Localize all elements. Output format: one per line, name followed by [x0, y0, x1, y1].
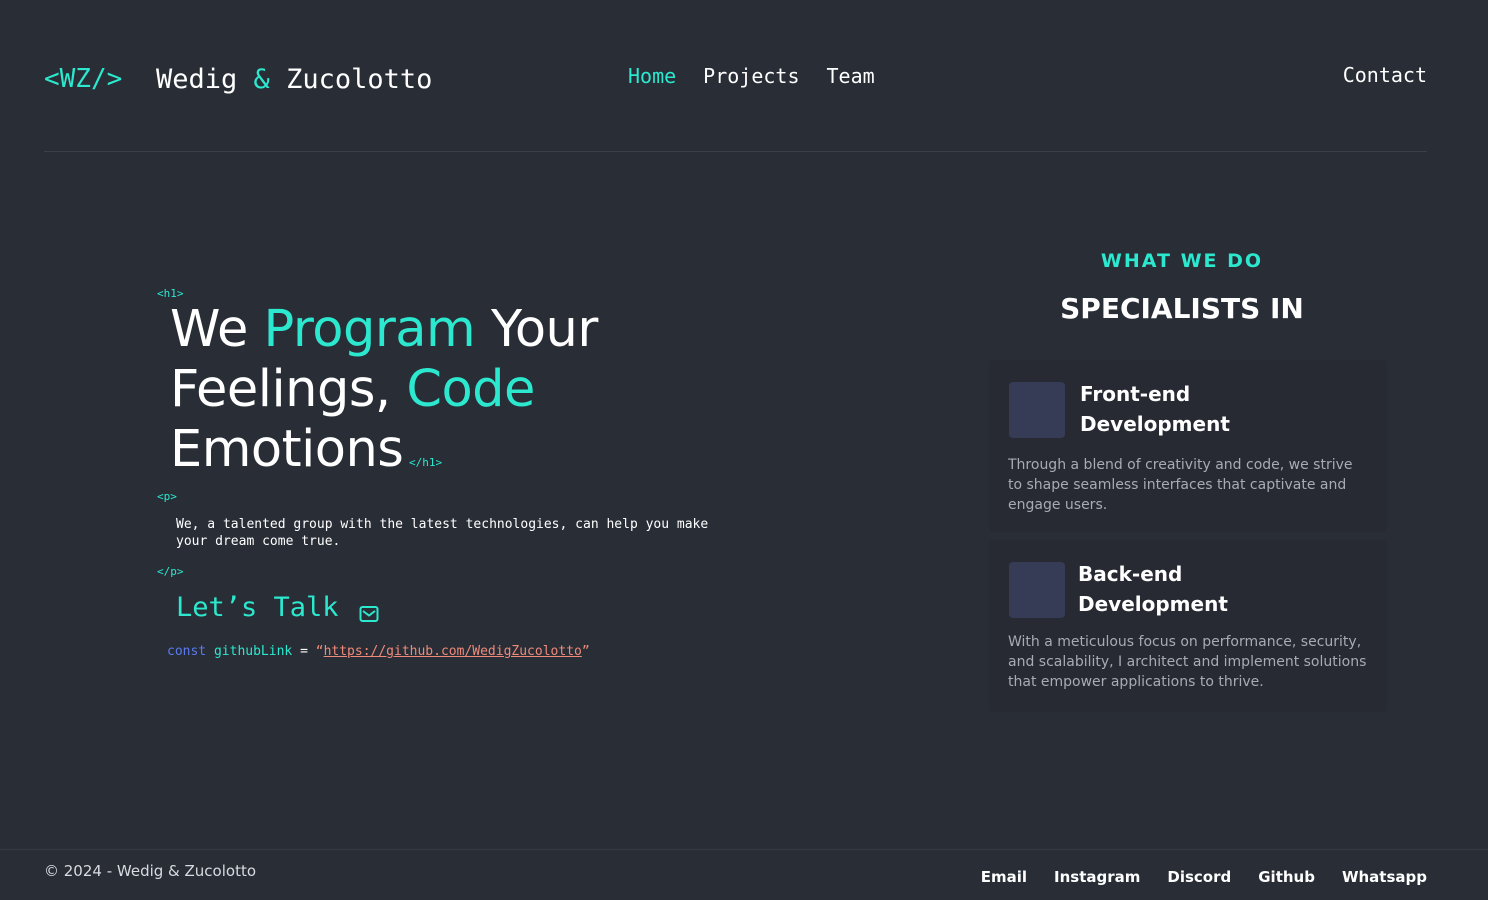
code-keyword: const	[167, 644, 207, 659]
service-title-line: Development	[1078, 592, 1228, 616]
brand-first: Wedig	[156, 64, 238, 95]
h1-open-tag: <h1>	[157, 287, 184, 300]
logo[interactable]: <WZ/>	[44, 64, 122, 94]
footer-divider	[0, 849, 1488, 850]
footer-links: Email Instagram Discord Github Whatsapp	[981, 868, 1427, 886]
service-title-line: Front-end	[1080, 382, 1191, 406]
section-eyebrow: WHAT WE DO	[1100, 250, 1264, 272]
footer-link-whatsapp[interactable]: Whatsapp	[1342, 868, 1427, 886]
brand-name[interactable]: Wedig & Zucolotto	[156, 64, 432, 95]
service-card-frontend: Front-end Development Through a blend of…	[989, 360, 1387, 532]
copyright: © 2024 - Wedig & Zucolotto	[44, 862, 257, 880]
lets-talk-button[interactable]: Let’s Talk	[176, 592, 379, 623]
section-title: SPECIALISTS IN	[1060, 292, 1304, 325]
hero-word: Feelings,	[170, 360, 391, 419]
github-link[interactable]: https://github.com/WedigZucolotto	[324, 644, 582, 659]
hero-word: Your	[490, 300, 598, 359]
hero-paragraph: We, a talented group with the latest tec…	[176, 517, 709, 549]
h1-close-tag: </h1>	[409, 456, 443, 469]
code-operator: =	[300, 644, 308, 659]
hero-word-highlight: Code	[406, 360, 535, 419]
footer-link-email[interactable]: Email	[981, 868, 1027, 886]
code-variable: githubLink	[213, 644, 293, 659]
p-open-tag: <p>	[157, 490, 177, 503]
p-close-tag: </p>	[157, 565, 184, 578]
brand-ampersand: &	[253, 64, 270, 95]
footer-link-github[interactable]: Github	[1258, 868, 1315, 886]
header-divider	[44, 151, 1427, 152]
hero-word: We	[170, 300, 248, 359]
hero-word: Emotions	[170, 420, 404, 479]
service-title-line: Development	[1080, 412, 1230, 436]
service-title: Front-end Development	[1080, 379, 1230, 439]
github-code-line: const githubLink = “https://github.com/W…	[167, 644, 590, 659]
service-thumbnail	[1009, 562, 1065, 618]
nav-home[interactable]: Home	[628, 64, 676, 88]
mail-icon	[359, 599, 379, 622]
brand-last: Zucolotto	[286, 64, 433, 95]
service-card-backend: Back-end Development With a meticulous f…	[989, 540, 1387, 712]
service-title: Back-end Development	[1078, 559, 1228, 619]
service-title-line: Back-end	[1078, 562, 1183, 586]
footer-link-discord[interactable]: Discord	[1167, 868, 1231, 886]
hero-heading: We Program Your Feelings, Code Emotions	[170, 300, 690, 480]
code-quote-close: ”	[581, 644, 590, 659]
hero-word-highlight: Program	[263, 300, 476, 359]
contact-link[interactable]: Contact	[1343, 63, 1427, 87]
main-nav: Home Projects Team	[628, 64, 875, 88]
lets-talk-label: Let’s Talk	[176, 592, 339, 623]
service-thumbnail	[1009, 382, 1065, 438]
site-header: <WZ/> Wedig & Zucolotto Home Projects Te…	[0, 0, 1488, 152]
nav-projects[interactable]: Projects	[703, 64, 799, 88]
footer-link-instagram[interactable]: Instagram	[1054, 868, 1140, 886]
service-description: Through a blend of creativity and code, …	[1008, 457, 1353, 513]
nav-team[interactable]: Team	[827, 64, 875, 88]
service-description: With a meticulous focus on performance, …	[1008, 634, 1367, 690]
code-quote-open: “	[315, 644, 324, 659]
